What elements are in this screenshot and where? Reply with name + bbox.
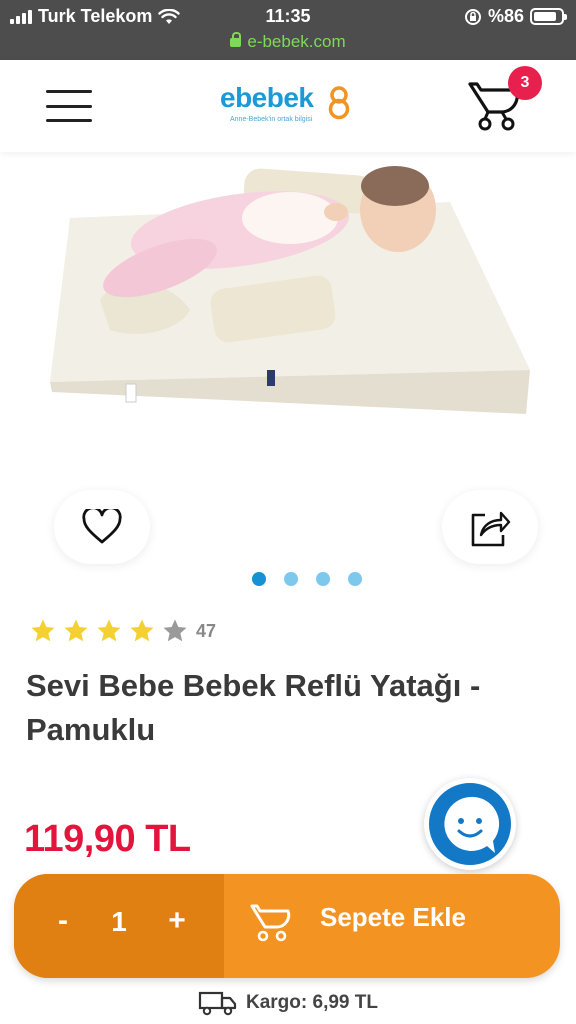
- increase-quantity-button[interactable]: +: [162, 904, 192, 938]
- cart-icon: [250, 904, 291, 942]
- url-text: e-bebek.com: [247, 32, 346, 51]
- status-right: %86: [464, 6, 567, 27]
- shipping-cost: Kargo: 6,99 TL: [246, 992, 378, 1013]
- quantity-value[interactable]: 1: [104, 906, 134, 938]
- review-count: 47: [196, 620, 217, 641]
- product-title: Sevi Bebe Bebek Reflü Yatağı - Pamuklu: [26, 668, 481, 747]
- carousel-dot[interactable]: [348, 572, 362, 586]
- star-empty-icon: [163, 619, 187, 642]
- rating-stars: [30, 618, 188, 644]
- battery-percent: %86: [487, 6, 524, 26]
- shipping-info: Kargo: 6,99 TL: [0, 990, 576, 1016]
- heart-icon: [82, 509, 122, 544]
- star-filled-icon: [64, 619, 88, 642]
- star-filled-icon: [130, 619, 154, 642]
- product-rating[interactable]: 47: [30, 618, 216, 644]
- delivery-truck-icon: [198, 991, 237, 1016]
- ebebek-logo[interactable]: ebebek Anne-Bebek'in ortak bilgisi: [220, 82, 360, 132]
- cart-count-badge: 3: [508, 66, 542, 100]
- star-filled-icon: [31, 619, 55, 642]
- site-header: ebebek Anne-Bebek'in ortak bilgisi 3: [0, 60, 576, 152]
- logo-tagline: Anne-Bebek'in ortak bilgisi: [230, 116, 313, 123]
- decrease-quantity-button[interactable]: -: [48, 904, 78, 938]
- status-bar: Turk Telekom 11:35 %86 e-bebek.com: [0, 0, 576, 60]
- lock-icon: [230, 32, 242, 47]
- address-bar[interactable]: e-bebek.com: [0, 32, 576, 52]
- image-carousel-dots[interactable]: [0, 572, 576, 586]
- orientation-lock-icon: [464, 8, 481, 25]
- purchase-bar: - 1 + Sepete Ekle: [14, 874, 560, 978]
- favorite-button[interactable]: [54, 490, 150, 564]
- logo-text: ebebek: [220, 82, 314, 113]
- hamburger-menu-button[interactable]: [46, 88, 92, 124]
- product-price: 119,90 TL: [24, 818, 191, 860]
- battery-icon: [530, 8, 567, 25]
- share-icon: [471, 511, 511, 547]
- quantity-stepper: - 1 +: [14, 874, 224, 978]
- carousel-dot[interactable]: [316, 572, 330, 586]
- add-to-cart-button[interactable]: Sepete Ekle: [224, 874, 560, 978]
- carousel-dot[interactable]: [284, 572, 298, 586]
- logo-mark-icon: [328, 86, 350, 120]
- live-chat-button[interactable]: [424, 778, 516, 870]
- product-image[interactable]: [40, 160, 540, 440]
- share-button[interactable]: [442, 490, 538, 564]
- add-to-cart-label: Sepete Ekle: [320, 902, 466, 932]
- carousel-dot[interactable]: [252, 572, 266, 586]
- star-filled-icon: [97, 619, 121, 642]
- chat-face-icon: [444, 796, 500, 853]
- product-page: Turk Telekom 11:35 %86 e-bebek.com ebebe…: [0, 0, 576, 1024]
